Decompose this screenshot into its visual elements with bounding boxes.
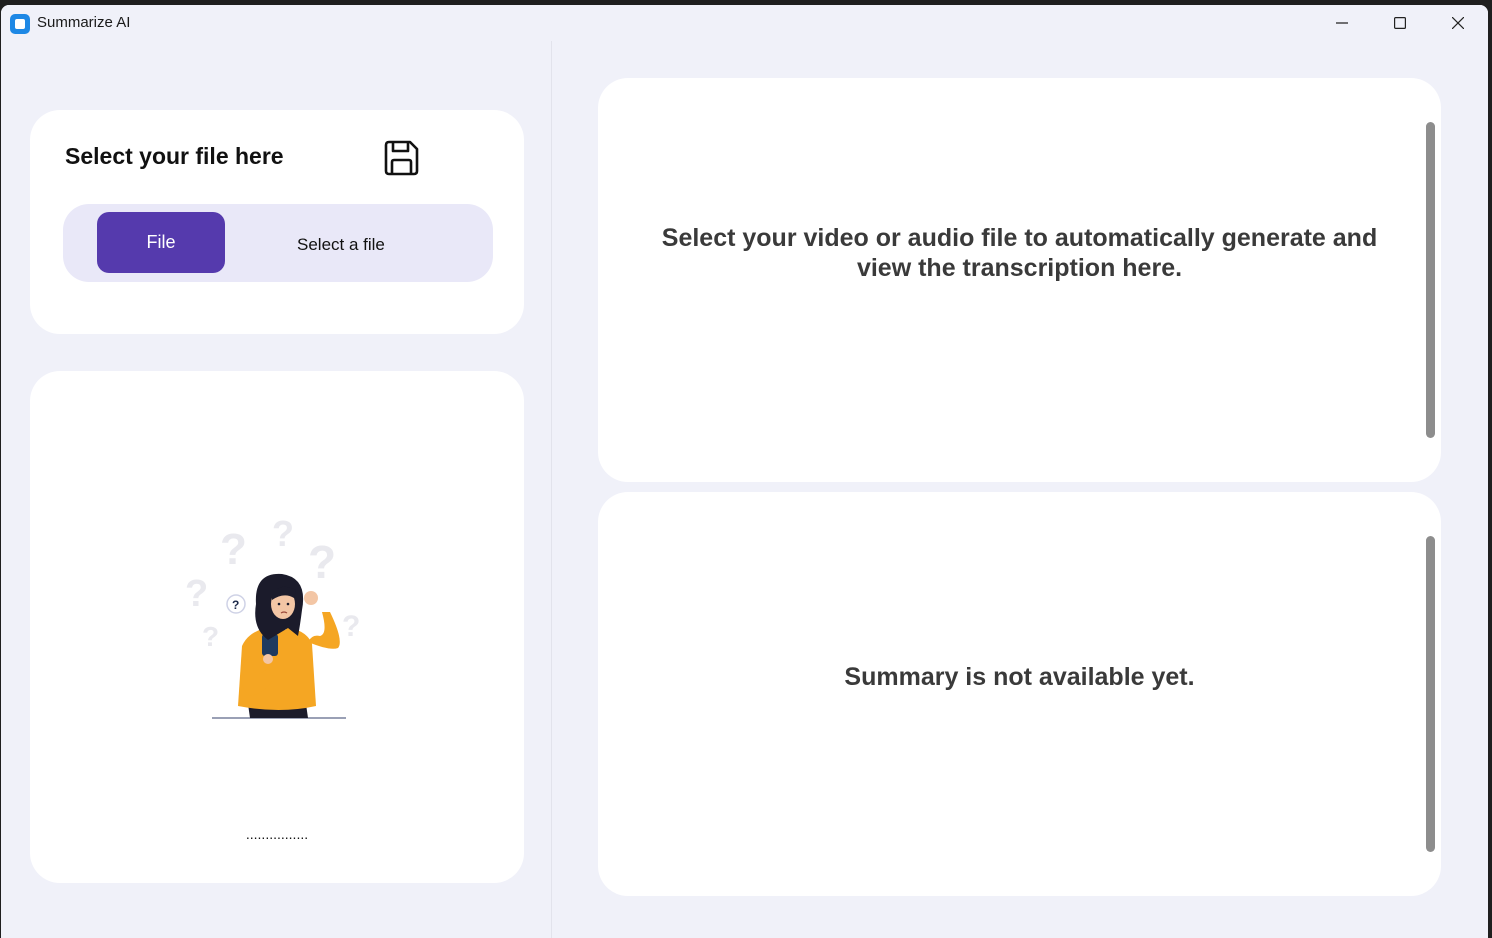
file-select-card: Select your file here File Select a file (30, 110, 524, 334)
window-title: Summarize AI (37, 14, 131, 31)
svg-text:?: ? (342, 610, 360, 643)
svg-text:?: ? (232, 598, 239, 612)
svg-text:?: ? (272, 516, 294, 554)
summary-scrollbar[interactable] (1426, 536, 1435, 852)
summary-panel: Summary is not available yet. (598, 492, 1441, 896)
app-window: Summarize AI Select your file here File … (1, 5, 1488, 938)
panel-divider (551, 41, 552, 938)
file-select-heading: Select your file here (65, 143, 284, 169)
file-button[interactable]: File (97, 212, 225, 273)
progress-indicator: ................ (245, 826, 309, 842)
status-card: ? ? ? ? ? ? ? ................ (30, 371, 524, 883)
transcription-message: Select your video or audio file to autom… (661, 224, 1378, 282)
maximize-button[interactable] (1371, 5, 1429, 41)
save-icon (384, 140, 419, 176)
app-icon (10, 14, 30, 34)
maximize-icon (1394, 17, 1406, 29)
close-button[interactable] (1429, 5, 1487, 41)
minimize-icon (1336, 22, 1348, 24)
confused-person-illustration: ? ? ? ? ? ? ? (185, 516, 360, 719)
summary-message: Summary is not available yet. (844, 663, 1195, 691)
title-bar: Summarize AI (1, 5, 1488, 41)
selected-file-label: Select a file (297, 235, 385, 254)
minimize-button[interactable] (1313, 5, 1371, 41)
transcription-scrollbar[interactable] (1426, 122, 1435, 438)
svg-text:?: ? (185, 573, 208, 615)
file-picker: File Select a file (63, 204, 493, 282)
transcription-panel: Select your video or audio file to autom… (598, 78, 1441, 482)
svg-text:?: ? (202, 621, 219, 652)
svg-text:?: ? (308, 536, 336, 588)
close-icon (1452, 17, 1464, 29)
svg-text:?: ? (220, 525, 247, 574)
